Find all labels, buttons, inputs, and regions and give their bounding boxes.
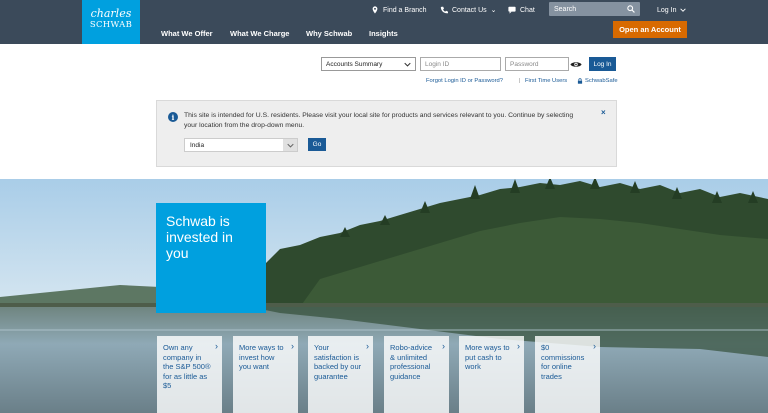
nav-what-we-offer[interactable]: What We Offer	[161, 29, 213, 38]
chat-label: Chat	[520, 6, 535, 14]
logo-line1: charles	[90, 7, 132, 20]
country-select[interactable]: India	[184, 138, 298, 152]
promo-card-cash[interactable]: More ways to put cash to work ›	[459, 336, 524, 413]
chevron-down-icon	[404, 62, 411, 67]
promo-card-guarantee[interactable]: Your satisfaction is backed by our guara…	[308, 336, 373, 413]
promo-card-commissions[interactable]: $0 commissions for online trades ›	[535, 336, 600, 413]
hero-banner: Schwab is invested in you Own any compan…	[0, 179, 768, 413]
password-placeholder: Password	[510, 60, 539, 68]
forgot-credentials-link[interactable]: Forgot Login ID or Password?	[426, 78, 503, 84]
login-id-placeholder: Login ID	[425, 60, 450, 68]
search-input[interactable]: Search	[549, 2, 640, 16]
chevron-right-icon: ›	[366, 341, 369, 351]
info-icon: i	[168, 112, 178, 122]
logo-line2: SCHWAB	[89, 20, 133, 30]
search-icon[interactable]	[627, 5, 635, 13]
nav-what-we-charge[interactable]: What We Charge	[230, 29, 289, 38]
promo-card-text: Your satisfaction is backed by our guara…	[314, 343, 362, 381]
chat-icon	[508, 6, 516, 14]
login-id-input[interactable]: Login ID	[420, 57, 501, 71]
schwabsafe-label: SchwabSafe	[585, 78, 618, 84]
schwab-logo[interactable]: charles SCHWAB	[82, 0, 140, 44]
promo-card-text: Own any company in the S&P 500® for as l…	[163, 343, 211, 390]
account-type-select[interactable]: Accounts Summary	[321, 57, 416, 71]
promo-card-sp500[interactable]: Own any company in the S&P 500® for as l…	[157, 336, 222, 413]
search-placeholder: Search	[554, 5, 577, 13]
chevron-right-icon: ›	[517, 341, 520, 351]
close-icon[interactable]: ×	[601, 108, 606, 117]
first-time-users-link[interactable]: First Time Users	[525, 78, 567, 84]
promo-card-text: Robo-advice & unlimited professional gui…	[390, 343, 433, 381]
promo-card-text: More ways to put cash to work	[465, 343, 510, 371]
hero-tagline: Schwab is invested in you	[156, 203, 266, 313]
contact-us-label: Contact Us	[452, 6, 487, 14]
location-pin-icon	[372, 6, 378, 14]
promo-card-robo[interactable]: Robo-advice & unlimited professional gui…	[384, 336, 449, 413]
promo-card-invest[interactable]: More ways to invest how you want ›	[233, 336, 298, 413]
log-in-button[interactable]: Log In	[589, 57, 616, 71]
lock-icon	[577, 78, 583, 84]
go-button[interactable]: Go	[308, 138, 326, 151]
log-in-label: Log In	[657, 6, 677, 14]
show-password-toggle[interactable]	[569, 57, 583, 71]
open-account-button[interactable]: Open an Account	[613, 21, 687, 38]
log-in-menu[interactable]: Log In	[657, 4, 687, 16]
phone-icon	[440, 6, 448, 14]
link-separator: |	[519, 78, 521, 84]
password-input[interactable]: Password	[505, 57, 569, 71]
chevron-down-icon	[680, 8, 687, 12]
nav-insights[interactable]: Insights	[369, 29, 398, 38]
country-value: India	[190, 141, 205, 149]
account-type-value: Accounts Summary	[326, 60, 383, 68]
chevron-down-icon	[283, 139, 297, 151]
schwabsafe-link[interactable]: SchwabSafe	[577, 78, 618, 84]
chevron-right-icon: ›	[442, 341, 445, 351]
header-bar: charles SCHWAB Find a Branch Contact Us …	[0, 0, 768, 44]
notice-text: This site is intended for U.S. residents…	[184, 112, 574, 129]
find-branch-label: Find a Branch	[383, 6, 427, 14]
nav-why-schwab[interactable]: Why Schwab	[306, 29, 352, 38]
eye-icon	[570, 61, 582, 67]
chevron-right-icon: ›	[215, 341, 218, 351]
residency-notice: i This site is intended for U.S. residen…	[156, 100, 617, 167]
chat-link[interactable]: Chat	[508, 4, 535, 16]
chevron-down-icon: ⌄	[490, 7, 497, 14]
promo-card-text: More ways to invest how you want	[239, 343, 284, 371]
contact-us-link[interactable]: Contact Us ⌄	[440, 4, 497, 16]
find-branch-link[interactable]: Find a Branch	[371, 4, 427, 16]
chevron-right-icon: ›	[291, 341, 294, 351]
chevron-right-icon: ›	[593, 341, 596, 351]
promo-card-text: $0 commissions for online trades	[541, 343, 585, 381]
